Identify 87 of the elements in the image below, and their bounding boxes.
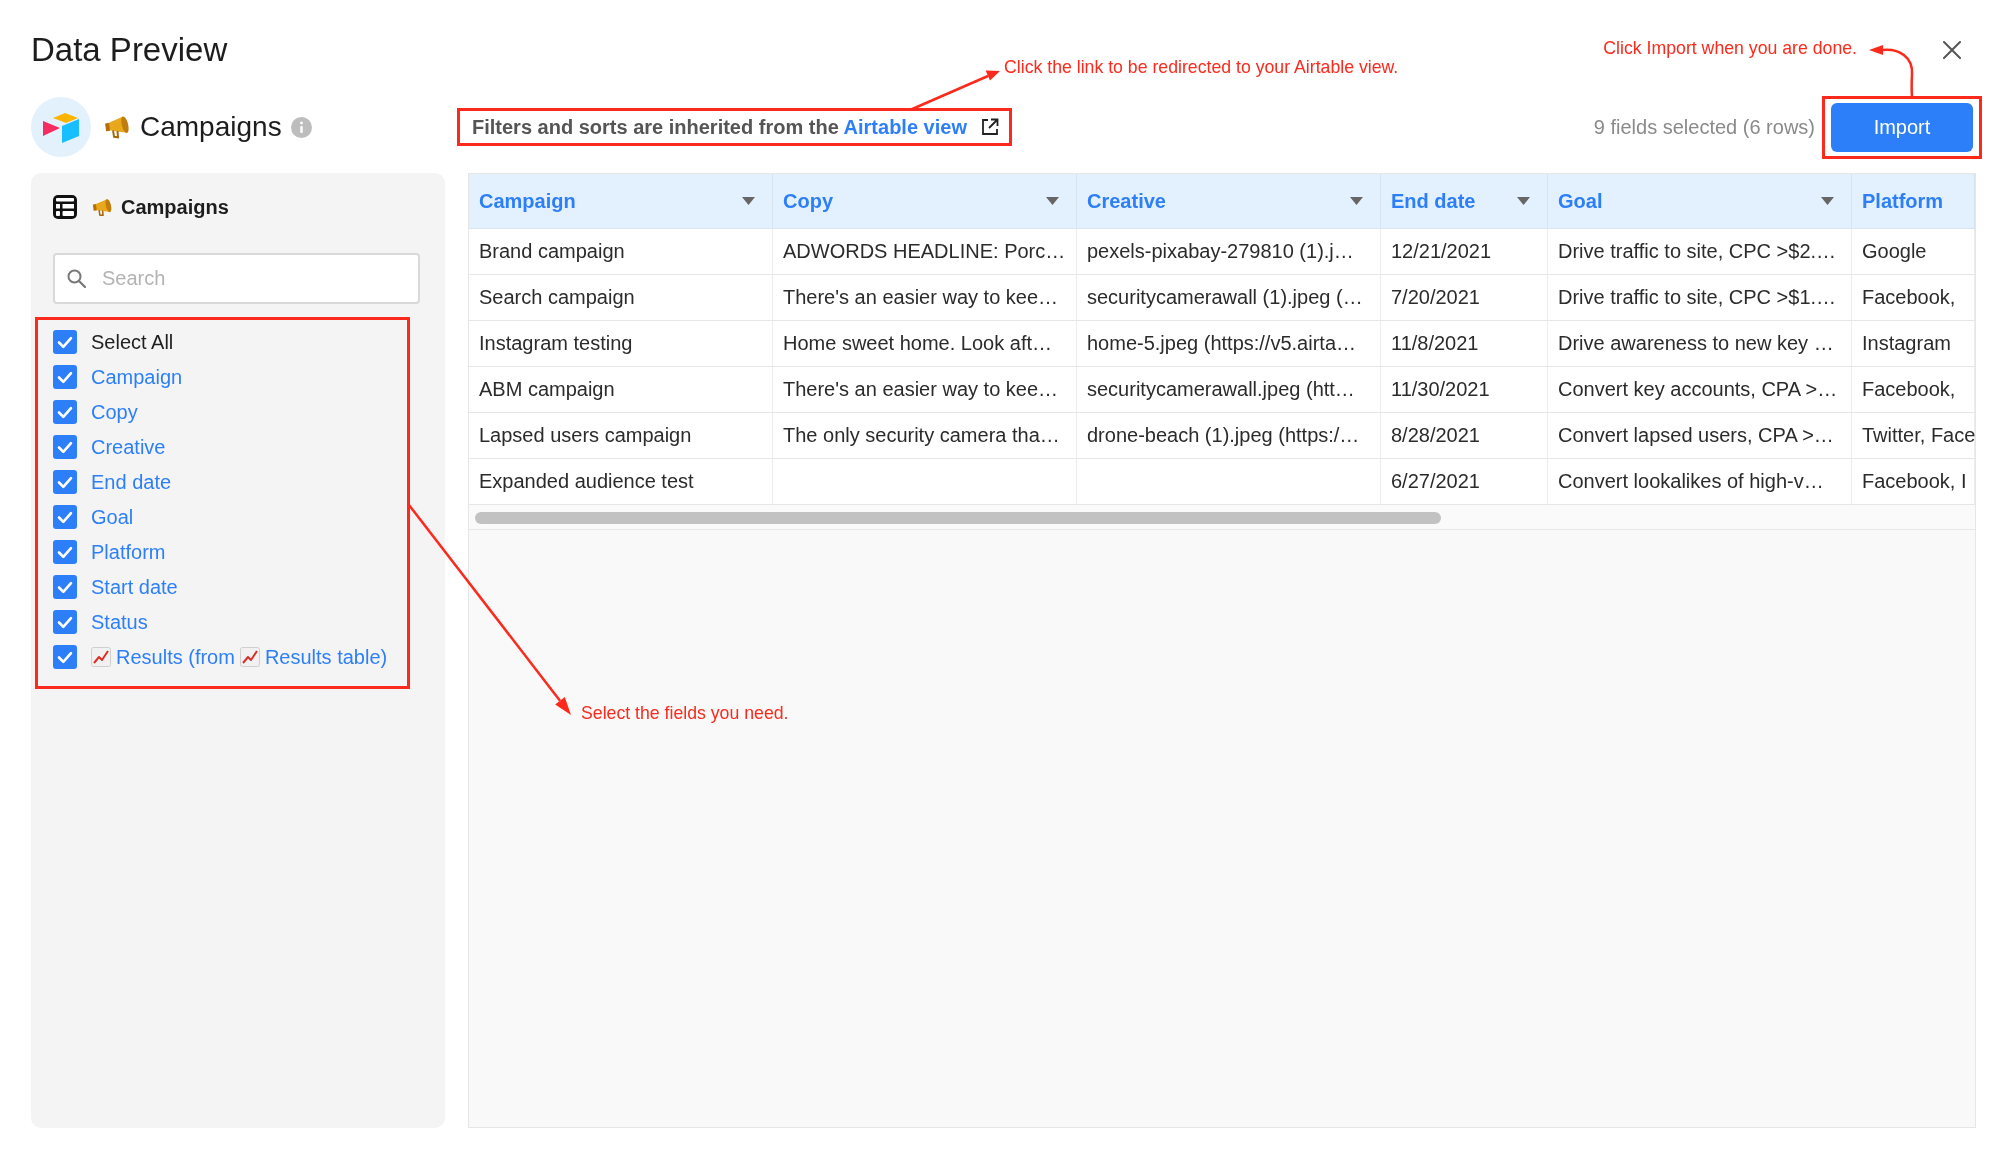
checkbox[interactable] <box>53 364 77 389</box>
field-label[interactable]: Status <box>91 609 148 634</box>
table-cell: Instagram testing <box>469 321 773 367</box>
table-cell: There's an easier way to kee… <box>773 367 1077 413</box>
inherit-notice: Filters and sorts are inherited from the Airtable view <box>472 115 967 139</box>
table-cell: pexels-pixabay-279810 (1).j… <box>1077 229 1381 275</box>
column-header[interactable]: Copy <box>773 174 1077 229</box>
annotation-note: Click the link to be redirected to your Airtable view. <box>1004 57 1399 78</box>
table-cell: Facebook, <box>1852 275 1975 321</box>
checkbox[interactable] <box>53 469 77 494</box>
table-cell: 7/20/2021 <box>1381 275 1548 321</box>
search-field[interactable]: Search <box>53 253 420 304</box>
table-cell: Facebook, <box>1852 367 1975 413</box>
table-cell: Brand campaign <box>469 229 773 275</box>
checkbox[interactable] <box>53 434 77 459</box>
external-link-icon[interactable] <box>980 118 999 136</box>
table-cell: drone-beach (1).jpeg (https:/… <box>1077 413 1381 459</box>
table-cell: securitycamerawall (1).jpeg (… <box>1077 275 1381 321</box>
table-cell: Facebook, I <box>1852 459 1975 505</box>
checkbox[interactable] <box>53 504 77 529</box>
import-button[interactable]: Import <box>1831 102 1973 152</box>
column-header[interactable]: End date <box>1381 174 1548 229</box>
table-cell: ABM campaign <box>469 367 773 413</box>
table-cell: Convert lookalikes of high-v… <box>1548 459 1852 505</box>
field-label[interactable]: Creative <box>91 434 166 459</box>
checkbox[interactable] <box>53 539 77 564</box>
table-cell: 11/8/2021 <box>1381 321 1548 367</box>
table-cell: Convert lapsed users, CPA >… <box>1548 413 1852 459</box>
column-header[interactable]: Creative <box>1077 174 1381 229</box>
megaphone-icon <box>104 115 132 139</box>
field-label[interactable]: Copy <box>91 399 138 424</box>
caret-icon[interactable] <box>1046 197 1059 205</box>
checkbox[interactable] <box>53 574 77 599</box>
field-label[interactable]: Campaign <box>91 364 183 389</box>
table-cell: 8/28/2021 <box>1381 413 1548 459</box>
checkbox[interactable] <box>53 644 77 669</box>
table-cell: The only security camera tha… <box>773 413 1077 459</box>
column-header[interactable]: Platform <box>1852 174 1975 229</box>
caret-icon[interactable] <box>1821 197 1834 205</box>
search-icon <box>67 269 86 288</box>
checkbox[interactable] <box>53 609 77 634</box>
megaphone-icon <box>92 197 114 217</box>
checkbox[interactable] <box>53 399 77 424</box>
table-cell: 11/30/2021 <box>1381 367 1548 413</box>
field-label[interactable]: Platform <box>91 539 166 564</box>
sidebar-title: Campaigns <box>121 195 229 219</box>
table-cell: home-5.jpeg (https://v5.airta… <box>1077 321 1381 367</box>
checkbox[interactable] <box>53 329 77 354</box>
table-cell: Google <box>1852 229 1975 275</box>
table-cell: securitycamerawall.jpeg (htt… <box>1077 367 1381 413</box>
table-cell: Search campaign <box>469 275 773 321</box>
table-cell: Twitter, Face <box>1852 413 1975 459</box>
table-cell: Home sweet home. Look aft… <box>773 321 1077 367</box>
airtable-view-link[interactable]: Airtable view <box>843 115 967 138</box>
table-cell: Drive awareness to new key … <box>1548 321 1852 367</box>
table-cell: Instagram <box>1852 321 1975 367</box>
caret-icon[interactable] <box>1350 197 1363 205</box>
table-cell: Expanded audience test <box>469 459 773 505</box>
annotation-note: Select the fields you need. <box>581 703 789 724</box>
table-cell: Lapsed users campaign <box>469 413 773 459</box>
field-label[interactable]: Select All <box>91 329 174 354</box>
field-label[interactable]: Results (from Results table) <box>91 644 388 669</box>
close-button[interactable] <box>1940 38 1964 62</box>
column-header[interactable]: Campaign <box>469 174 773 229</box>
caret-icon[interactable] <box>742 197 755 205</box>
table-title: Campaigns <box>140 111 282 143</box>
caret-icon[interactable] <box>1517 197 1530 205</box>
grid-icon <box>53 195 77 219</box>
column-header[interactable]: Goal <box>1548 174 1852 229</box>
chart-icon <box>239 646 260 667</box>
table-cell: Drive traffic to site, CPC >$2.… <box>1548 229 1852 275</box>
field-label[interactable]: Start date <box>91 574 178 599</box>
table-cell: Convert key accounts, CPA >… <box>1548 367 1852 413</box>
chart-icon <box>91 646 111 667</box>
field-label[interactable]: End date <box>91 469 172 494</box>
logo-icon <box>31 97 91 157</box>
field-label[interactable]: Goal <box>91 504 134 529</box>
close-icon <box>1943 41 1961 59</box>
table-cell: ADWORDS HEADLINE: Porc… <box>773 229 1077 275</box>
scrollbar-thumb[interactable] <box>475 512 1441 524</box>
table-cell: 6/27/2021 <box>1381 459 1548 505</box>
table-cell: 12/21/2021 <box>1381 229 1548 275</box>
dialog-title: Data Preview <box>31 30 228 70</box>
table-cell: There's an easier way to kee… <box>773 275 1077 321</box>
table-cell: Drive traffic to site, CPC >$1.… <box>1548 275 1852 321</box>
selection-summary: 9 fields selected (6 rows) <box>1593 115 1815 139</box>
annotation-note: Click Import when you are done. <box>1603 38 1857 59</box>
